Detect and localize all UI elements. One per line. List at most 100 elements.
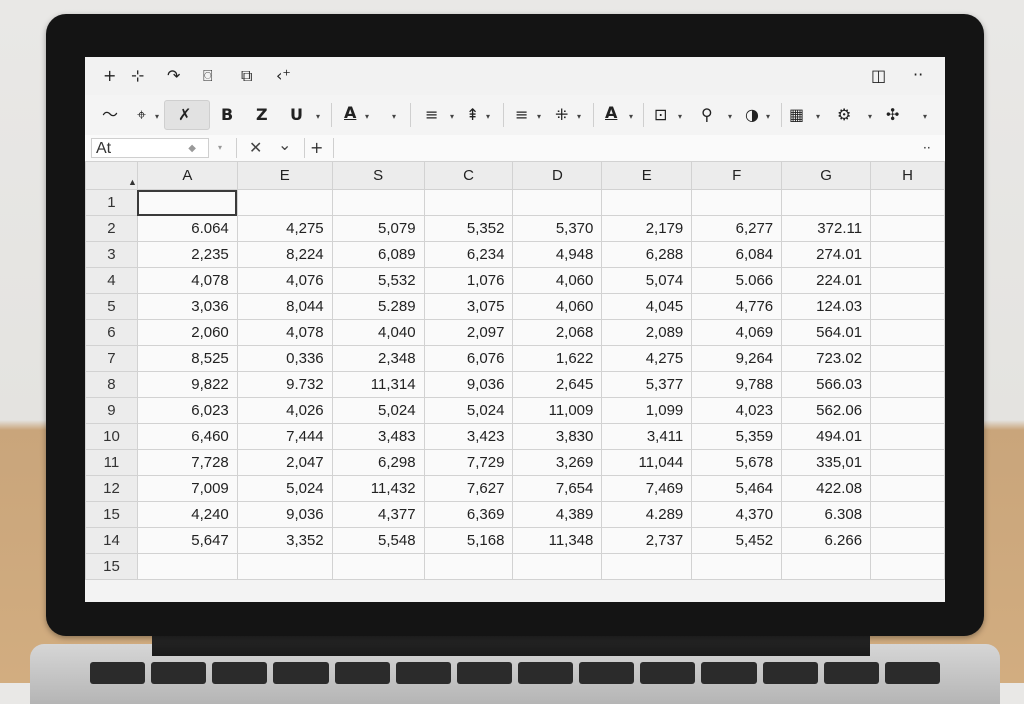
cell[interactable] (870, 527, 945, 554)
row-header[interactable]: 3 (85, 241, 138, 268)
cell[interactable]: 4,240 (136, 501, 238, 528)
cell[interactable]: 5,464 (691, 475, 783, 502)
cell[interactable]: 6,076 (423, 345, 514, 372)
italic-button[interactable]: Z (256, 107, 268, 123)
cell[interactable]: 2,089 (601, 319, 693, 346)
cell[interactable]: 566.03 (781, 371, 872, 398)
text-wrap-icon[interactable]: ≡ (515, 107, 528, 123)
cell[interactable]: 5,370 (512, 215, 603, 242)
cell[interactable]: 5,352 (423, 215, 514, 242)
cell[interactable] (423, 553, 514, 580)
rotate-icon[interactable]: ⁜ (555, 107, 568, 123)
chevron-down-icon[interactable]: ▾ (316, 112, 320, 121)
borders-icon[interactable]: ⊡ (654, 107, 667, 123)
cell[interactable]: 372.11 (781, 215, 872, 242)
row-header[interactable]: 6 (85, 319, 138, 346)
cell[interactable]: 6.308 (781, 501, 872, 528)
cell[interactable] (601, 189, 693, 216)
cancel-icon[interactable]: ✕ (249, 140, 262, 156)
cell[interactable]: 4,275 (601, 345, 693, 372)
row-header[interactable]: 15 (85, 553, 138, 580)
cell[interactable]: 0,336 (236, 345, 333, 372)
functions-icon[interactable]: ✣ (886, 107, 899, 123)
name-box[interactable]: At ◆ (91, 138, 209, 158)
row-header[interactable]: 14 (85, 527, 138, 554)
cell[interactable] (601, 553, 693, 580)
column-header[interactable]: A (136, 161, 238, 190)
chart-icon[interactable]: ▦ (789, 107, 804, 123)
cell[interactable]: 4,377 (331, 501, 425, 528)
redo-icon[interactable]: ↷ (167, 68, 180, 84)
cell[interactable]: 4,060 (512, 267, 603, 294)
cell[interactable]: 5,074 (601, 267, 693, 294)
panel-icon[interactable]: ◫ (871, 68, 886, 84)
cell[interactable]: 6,023 (136, 397, 238, 424)
cell[interactable]: 3,483 (331, 423, 425, 450)
cell[interactable]: 2,179 (601, 215, 693, 242)
cell[interactable]: 9,788 (691, 371, 783, 398)
cell[interactable]: 7,728 (136, 449, 238, 476)
cell[interactable] (331, 553, 425, 580)
more-icon[interactable]: ·· (923, 140, 931, 156)
vertical-align-icon[interactable]: ⇞ (466, 107, 479, 123)
cell[interactable]: 3,423 (423, 423, 514, 450)
cell[interactable]: 9,036 (423, 371, 514, 398)
cell[interactable]: 5,168 (423, 527, 514, 554)
chevron-down-icon[interactable]: ▾ (537, 112, 541, 121)
cell[interactable]: 4,040 (331, 319, 425, 346)
cell[interactable]: 5,548 (331, 527, 425, 554)
row-header[interactable]: 15 (85, 501, 138, 528)
cell[interactable] (512, 553, 603, 580)
row-header[interactable]: 8 (85, 371, 138, 398)
cell[interactable]: 11,432 (331, 475, 425, 502)
cell[interactable] (870, 345, 945, 372)
cell[interactable]: 9.732 (236, 371, 333, 398)
cell[interactable]: 6,369 (423, 501, 514, 528)
cell[interactable]: 3,036 (136, 293, 238, 320)
cell[interactable] (870, 267, 945, 294)
camera-icon[interactable]: ⌼ (203, 68, 213, 84)
cell[interactable]: 224.01 (781, 267, 872, 294)
cell[interactable]: 6.064 (136, 215, 238, 242)
cell[interactable]: 7,627 (423, 475, 514, 502)
cell[interactable]: 6,234 (423, 241, 514, 268)
cell[interactable] (781, 189, 872, 216)
cell[interactable]: 5,079 (331, 215, 425, 242)
column-header[interactable]: G (781, 161, 872, 190)
cell[interactable]: 6,298 (331, 449, 425, 476)
cell[interactable]: 11,009 (512, 397, 603, 424)
cell[interactable] (870, 449, 945, 476)
chevron-down-icon[interactable]: ▾ (766, 112, 770, 121)
select-all-corner[interactable]: ▲ (85, 161, 138, 190)
cell[interactable]: 4,370 (691, 501, 783, 528)
cell[interactable]: 2,097 (423, 319, 514, 346)
cell[interactable] (870, 397, 945, 424)
cell[interactable]: 4,060 (512, 293, 603, 320)
cell[interactable]: 2,645 (512, 371, 603, 398)
cell[interactable]: 3,352 (236, 527, 333, 554)
chevron-down-icon[interactable]: ▾ (218, 143, 222, 152)
chevron-down-icon[interactable]: ▾ (868, 112, 872, 121)
chevron-down-icon[interactable]: ▾ (678, 112, 682, 121)
cell[interactable]: 422.08 (781, 475, 872, 502)
row-header[interactable]: 10 (85, 423, 138, 450)
insert-function-icon[interactable]: + (310, 140, 323, 156)
bold-button[interactable]: B (221, 107, 233, 123)
cell[interactable]: 5.289 (331, 293, 425, 320)
cell[interactable] (236, 189, 333, 216)
link-icon[interactable]: ⚲ (701, 107, 713, 123)
cell[interactable] (423, 189, 514, 216)
cell[interactable]: 4,045 (601, 293, 693, 320)
row-header[interactable]: 11 (85, 449, 138, 476)
filter-icon[interactable]: ⚙ (837, 107, 851, 123)
cell[interactable]: 4,026 (236, 397, 333, 424)
chevron-down-icon[interactable]: ▾ (577, 112, 581, 121)
cell[interactable]: 5,359 (691, 423, 783, 450)
cell[interactable]: 6,089 (331, 241, 425, 268)
cell[interactable]: 4,776 (691, 293, 783, 320)
cell[interactable]: 4,948 (512, 241, 603, 268)
cell[interactable]: 3,269 (512, 449, 603, 476)
cell[interactable]: 11,044 (601, 449, 693, 476)
cell[interactable]: 6,288 (601, 241, 693, 268)
chevron-down-icon[interactable]: ▾ (392, 112, 396, 121)
